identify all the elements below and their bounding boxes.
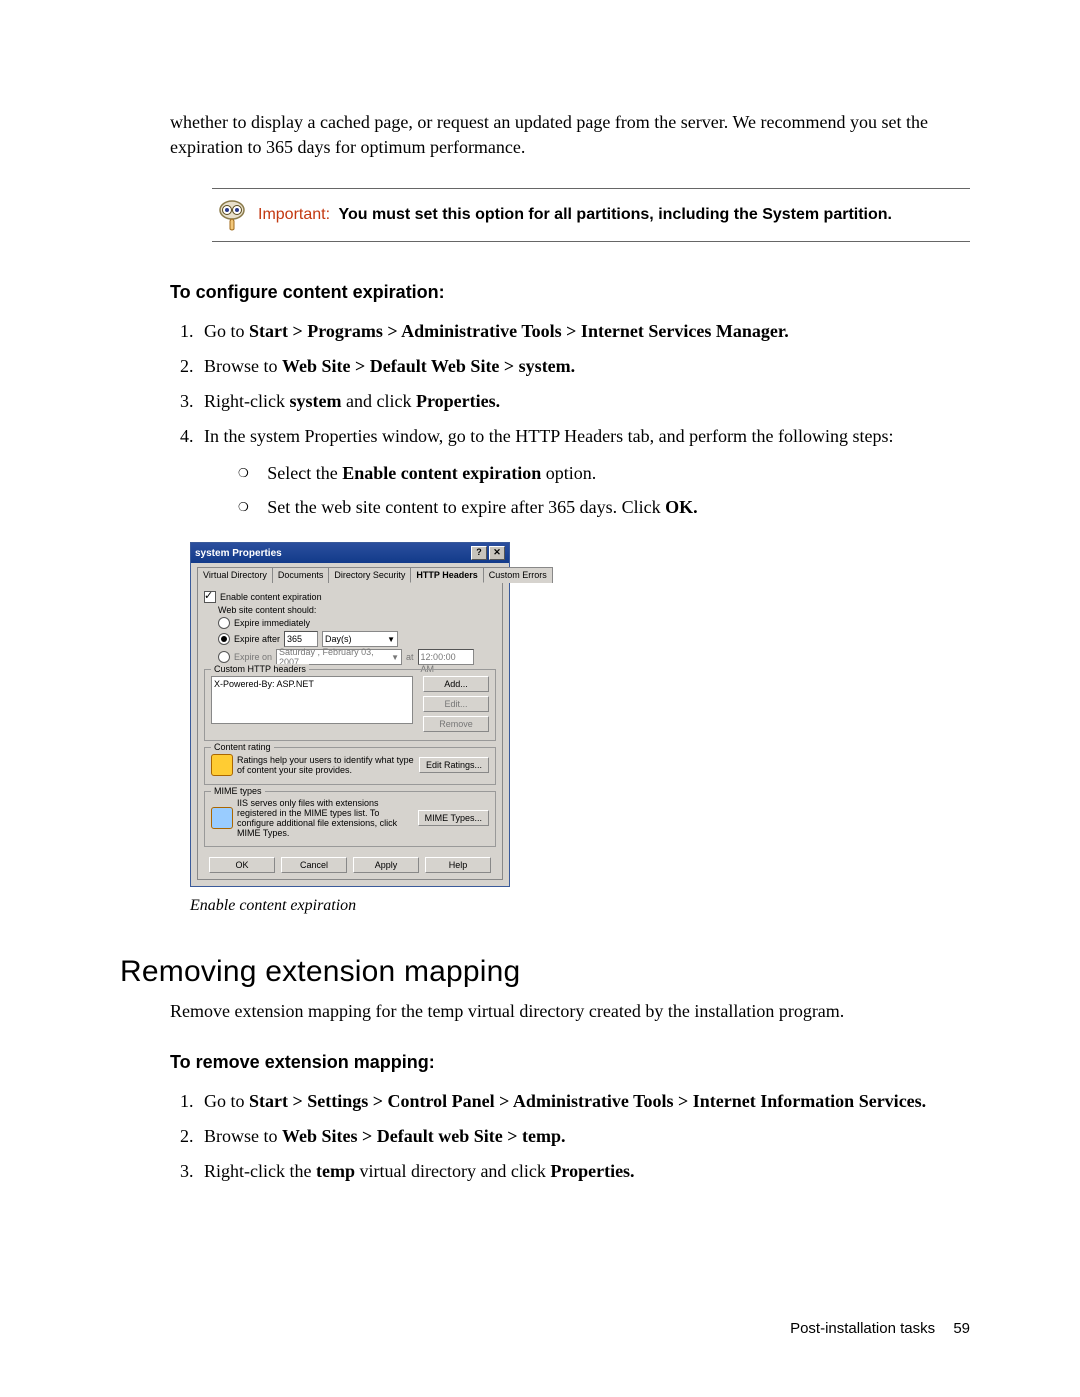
expire-after-radio[interactable] (218, 633, 230, 645)
proc1-sub1: Select the Enable content expiration opt… (232, 459, 970, 488)
expire-immediately-radio[interactable] (218, 617, 230, 629)
proc1-step3: Right-click system and click Properties. (198, 387, 970, 416)
footer-label: Post-installation tasks (790, 1320, 935, 1337)
page-number: 59 (953, 1320, 970, 1337)
proc1-heading: To configure content expiration: (170, 282, 970, 303)
content-should-label: Web site content should: (218, 605, 496, 615)
text: Right-click the (204, 1161, 316, 1181)
proc2-step2: Browse to Web Sites > Default web Site >… (198, 1122, 970, 1151)
text: Browse to (204, 1126, 282, 1146)
text: virtual directory and click (355, 1161, 550, 1181)
section-heading: Removing extension mapping (120, 955, 970, 989)
bold-path: Start > Programs > Administrative Tools … (249, 321, 789, 341)
enable-content-expiration-label: Enable content expiration (220, 592, 322, 602)
important-callout: Important: You must set this option for … (212, 188, 970, 242)
mime-text: IIS serves only files with extensions re… (237, 798, 414, 838)
bold: Properties. (550, 1161, 634, 1181)
expire-after-label: Expire after (234, 634, 280, 644)
text: Right-click (204, 391, 289, 411)
help-icon[interactable]: ? (471, 546, 487, 560)
content-rating-group: Content rating (211, 742, 274, 752)
bold-path: Web Sites > Default web Site > temp. (282, 1126, 566, 1146)
help-button[interactable]: Help (425, 857, 491, 873)
tab-directory-security[interactable]: Directory Security (328, 567, 411, 583)
expire-on-time[interactable]: 12:00:00 AM (418, 649, 474, 665)
expire-after-unit-combo[interactable]: Day(s) ▼ (322, 631, 398, 647)
cancel-button[interactable]: Cancel (281, 857, 347, 873)
proc1-step1: Go to Start > Programs > Administrative … (198, 317, 970, 346)
expire-on-radio[interactable] (218, 651, 230, 663)
ok-button[interactable]: OK (209, 857, 275, 873)
proc2-step1: Go to Start > Settings > Control Panel >… (198, 1087, 970, 1116)
mime-types-group: MIME types (211, 786, 265, 796)
tab-http-headers[interactable]: HTTP Headers (410, 567, 483, 583)
text: option. (541, 463, 596, 483)
proc1-steps: Go to Start > Programs > Administrative … (170, 317, 970, 522)
proc1-step4: In the system Properties window, go to t… (198, 422, 970, 522)
bold-path: Start > Settings > Control Panel > Admin… (249, 1091, 926, 1111)
add-button[interactable]: Add... (423, 676, 489, 692)
bold: Properties. (416, 391, 500, 411)
proc1-step2: Browse to Web Site > Default Web Site > … (198, 352, 970, 381)
system-properties-dialog: system Properties ? ✕ Virtual Directory … (190, 542, 510, 887)
dialog-title: system Properties (195, 548, 282, 559)
mime-types-button[interactable]: MIME Types... (418, 810, 489, 826)
list-item: X-Powered-By: ASP.NET (214, 679, 410, 689)
dialog-tabs: Virtual Directory Documents Directory Se… (197, 567, 503, 583)
intro-paragraph: whether to display a cached page, or req… (170, 110, 970, 160)
rating-icon (211, 754, 233, 776)
tab-virtual-directory[interactable]: Virtual Directory (197, 567, 273, 583)
custom-headers-list[interactable]: X-Powered-By: ASP.NET (211, 676, 413, 724)
dialog-titlebar: system Properties ? ✕ (191, 543, 509, 563)
important-icon (216, 199, 248, 231)
tab-custom-errors[interactable]: Custom Errors (483, 567, 553, 583)
text: In the system Properties window, go to t… (204, 426, 894, 446)
proc2-step3: Right-click the temp virtual directory a… (198, 1157, 970, 1186)
chevron-down-icon: ▼ (391, 653, 399, 662)
at-label: at (406, 652, 414, 662)
proc1-sub2: Set the web site content to expire after… (232, 493, 970, 522)
edit-button[interactable]: Edit... (423, 696, 489, 712)
text: Browse to (204, 356, 282, 376)
bold: Enable content expiration (342, 463, 541, 483)
proc2-steps: Go to Start > Settings > Control Panel >… (170, 1087, 970, 1185)
text: Go to (204, 321, 249, 341)
expire-on-label: Expire on (234, 652, 272, 662)
enable-content-expiration-checkbox[interactable] (204, 591, 216, 603)
bold: system (289, 391, 341, 411)
proc2-heading: To remove extension mapping: (170, 1052, 970, 1073)
combo-value: Day(s) (325, 634, 352, 644)
mime-icon (211, 807, 233, 829)
figure-caption: Enable content expiration (190, 897, 970, 915)
bold: OK. (665, 497, 698, 517)
expire-immediately-label: Expire immediately (234, 618, 310, 628)
chevron-down-icon: ▼ (387, 635, 395, 644)
apply-button[interactable]: Apply (353, 857, 419, 873)
expire-on-date-combo[interactable]: Saturday , February 03, 2007▼ (276, 649, 402, 665)
callout-label: Important: (258, 206, 330, 223)
bold: temp (316, 1161, 355, 1181)
edit-ratings-button[interactable]: Edit Ratings... (419, 757, 489, 773)
expire-after-value[interactable]: 365 (284, 631, 318, 647)
page-footer: Post-installation tasks 59 (790, 1320, 970, 1337)
close-icon[interactable]: ✕ (489, 546, 505, 560)
text: Set the web site content to expire after… (267, 497, 665, 517)
text: and click (341, 391, 415, 411)
rating-text: Ratings help your users to identify what… (237, 755, 415, 775)
custom-headers-group: Custom HTTP headers (211, 664, 309, 674)
bold-path: Web Site > Default Web Site > system. (282, 356, 575, 376)
text: Select the (267, 463, 342, 483)
text: Go to (204, 1091, 249, 1111)
section2-intro: Remove extension mapping for the temp vi… (170, 999, 970, 1024)
screenshot-figure: system Properties ? ✕ Virtual Directory … (190, 542, 970, 887)
callout-text: You must set this option for all partiti… (338, 206, 892, 223)
tab-documents[interactable]: Documents (272, 567, 330, 583)
remove-button[interactable]: Remove (423, 716, 489, 732)
